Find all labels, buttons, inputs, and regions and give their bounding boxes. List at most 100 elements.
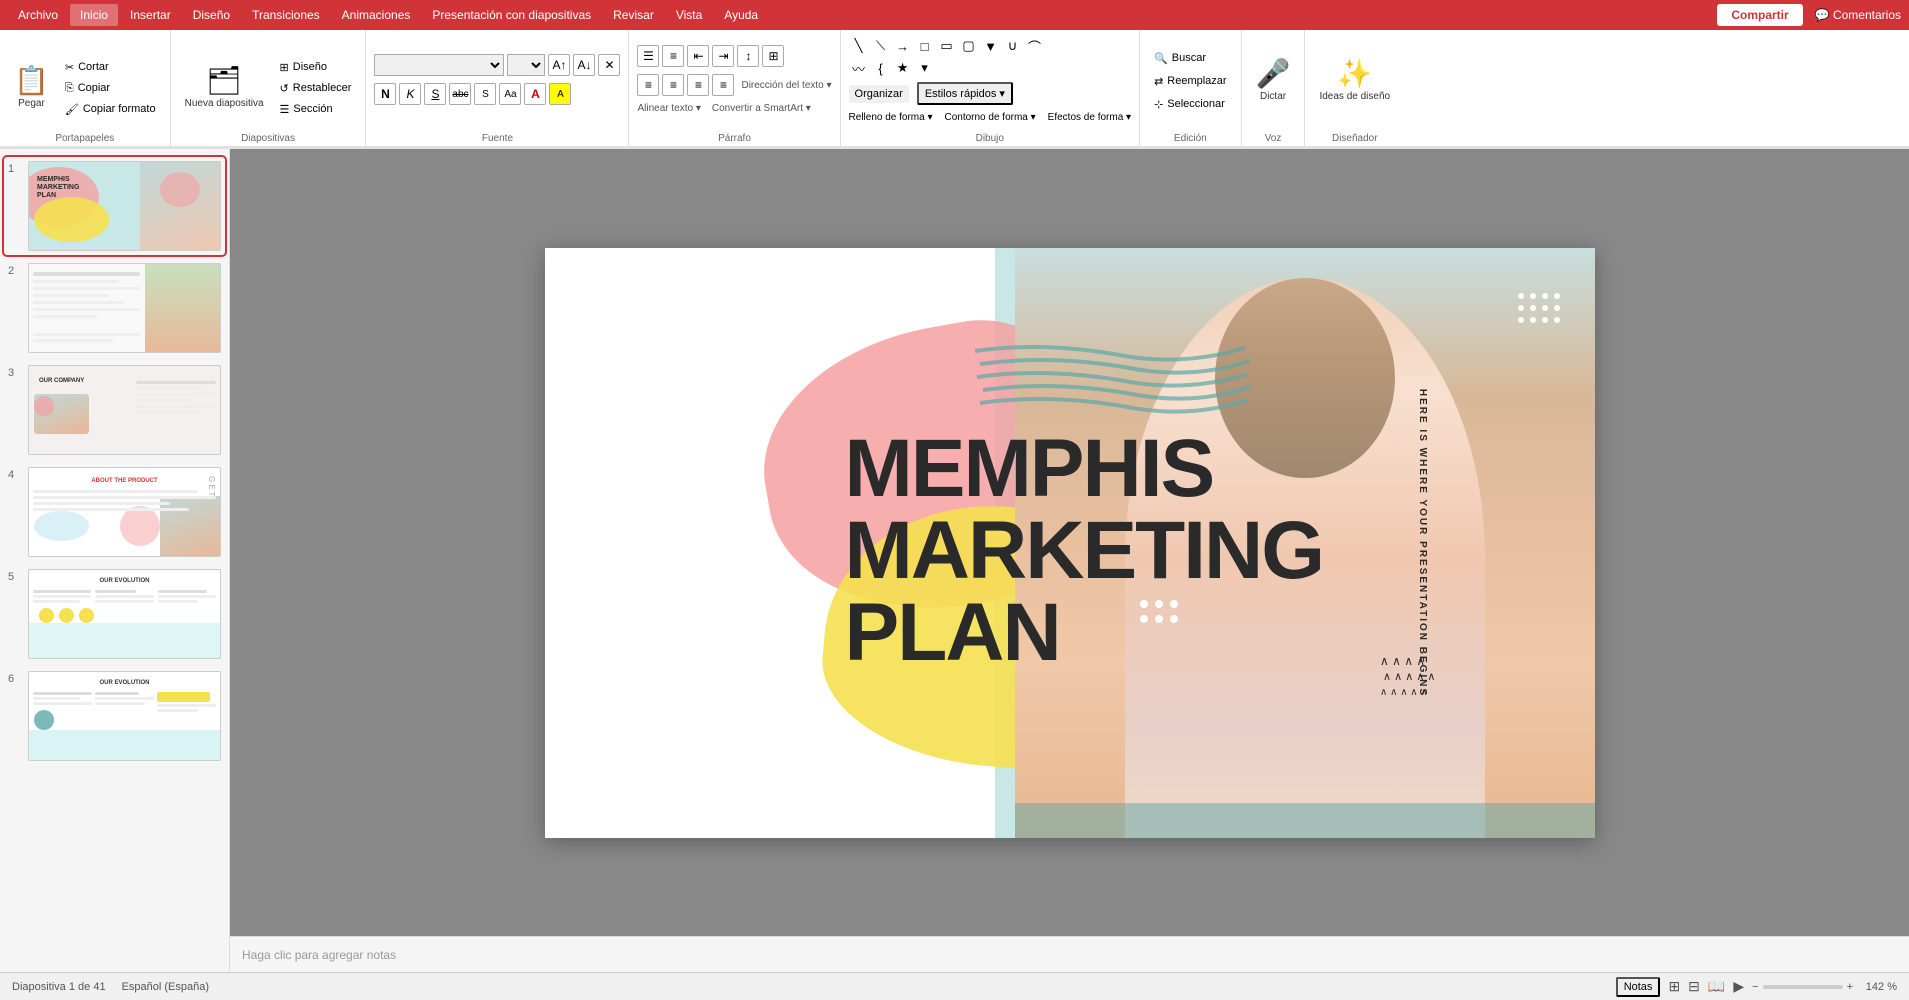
slide-thumb-4[interactable]: 4 ABOUT THE PRODUCT GET: [4, 463, 225, 561]
bold-button[interactable]: N: [374, 83, 396, 105]
menu-transiciones[interactable]: Transiciones: [242, 4, 330, 26]
case-button[interactable]: Aa: [499, 83, 521, 105]
slide-thumb-6[interactable]: 6 OUR EVOLUTION: [4, 667, 225, 765]
font-color-button[interactable]: A: [524, 83, 546, 105]
new-slide-button[interactable]: 🗂 Nueva diapositiva: [179, 54, 270, 122]
select-tool[interactable]: ╲: [849, 36, 869, 56]
menu-presentacion[interactable]: Presentación con diapositivas: [422, 4, 601, 26]
line-tool[interactable]: ⟍: [871, 36, 891, 56]
curve-tool[interactable]: ∪: [1003, 36, 1023, 56]
zoom-slider[interactable]: [1763, 985, 1843, 989]
reading-view-icon[interactable]: 📖: [1708, 978, 1725, 995]
slide-thumb-1[interactable]: 1 MEMPHISMARKETINGPLAN: [4, 157, 225, 255]
align-left-button[interactable]: ≡: [637, 74, 659, 96]
italic-button[interactable]: K: [399, 83, 421, 105]
outline-button[interactable]: Contorno de forma ▾: [944, 112, 1035, 123]
zoom-in-icon[interactable]: +: [1847, 981, 1853, 993]
underline-button[interactable]: S: [424, 83, 446, 105]
status-right: Notas ⊞ ⊟ 📖 ▶ − + 142 %: [1616, 977, 1897, 997]
side-text: HERE IS WHERE YOUR PRESENTATION BEGINS: [1415, 388, 1433, 696]
replace-icon: ⇄: [1154, 75, 1163, 88]
increase-indent-button[interactable]: ⇥: [712, 45, 734, 67]
cut-icon: ✂: [65, 61, 74, 74]
fill-button[interactable]: Relleno de forma ▾: [849, 112, 933, 123]
strikethrough-button[interactable]: abc: [449, 83, 471, 105]
rect2-tool[interactable]: ▭: [937, 36, 957, 56]
reset-button[interactable]: ↺ Restablecer: [274, 79, 358, 98]
justify-button[interactable]: ≡: [712, 74, 734, 96]
zoom-out-icon[interactable]: −: [1752, 981, 1758, 993]
comments-button[interactable]: 💬 Comentarios: [1815, 8, 1901, 22]
menu-animaciones[interactable]: Animaciones: [332, 4, 421, 26]
comments-label: Comentarios: [1833, 8, 1901, 22]
slide-canvas[interactable]: MEMPHIS MARKETING PLAN HERE IS WHERE YOU…: [545, 248, 1595, 838]
more-shapes[interactable]: ▼: [981, 36, 1001, 56]
menu-inicio[interactable]: Inicio: [70, 4, 118, 26]
rect-tool[interactable]: □: [915, 36, 935, 56]
toolbar-row: 📋 Pegar ✂ Cortar ⎘ Copiar 🖌 Copiar forma…: [0, 30, 1909, 147]
highlight-button[interactable]: A: [549, 83, 571, 105]
columns-button[interactable]: ⊞: [762, 45, 784, 67]
zoom-level: 142 %: [1857, 981, 1897, 993]
slide-thumb-2[interactable]: 2: [4, 259, 225, 357]
copy-button[interactable]: ⎘ Copiar: [59, 79, 162, 98]
menu-diseno[interactable]: Diseño: [183, 4, 240, 26]
menu-revisar[interactable]: Revisar: [603, 4, 664, 26]
freeform-tool[interactable]: ⌒: [1025, 36, 1045, 56]
menu-insertar[interactable]: Insertar: [120, 4, 181, 26]
share-button[interactable]: Compartir: [1717, 4, 1802, 26]
bullets-button[interactable]: ☰: [637, 45, 659, 67]
paste-icon: 📋: [14, 67, 49, 95]
notes-bar[interactable]: Haga clic para agregar notas: [230, 936, 1909, 972]
section-button[interactable]: ☰ Sección: [274, 100, 358, 119]
menu-vista[interactable]: Vista: [666, 4, 712, 26]
slide-thumb-3[interactable]: 3 OUR COMPANY: [4, 361, 225, 459]
scribble-tool[interactable]: 〰: [849, 58, 869, 78]
find-button[interactable]: 🔍 Buscar: [1148, 49, 1212, 68]
increase-size-button[interactable]: A↑: [548, 54, 570, 76]
clear-format-button[interactable]: ✕: [598, 54, 620, 76]
replace-button[interactable]: ⇄ Reemplazar: [1148, 72, 1233, 91]
arrow-tool[interactable]: →: [893, 36, 913, 56]
format-button[interactable]: 🖌 Copiar formato: [59, 100, 162, 119]
dictate-button[interactable]: 🎤 Dictar: [1250, 47, 1297, 115]
normal-view-icon[interactable]: ⊞: [1668, 978, 1680, 995]
slide-panel: 1 MEMPHISMARKETINGPLAN 2: [0, 149, 230, 972]
presentation-icon[interactable]: ▶: [1733, 978, 1744, 995]
line-spacing-button[interactable]: ↕: [737, 45, 759, 67]
arrange-button[interactable]: Organizar: [849, 85, 909, 103]
layout-icon: ⊞: [280, 61, 289, 74]
slide-info: Diapositiva 1 de 41: [12, 981, 106, 993]
roundrect-tool[interactable]: ▢: [959, 36, 979, 56]
star-tool[interactable]: ★: [893, 58, 913, 78]
slide-preview-3: OUR COMPANY: [28, 365, 221, 455]
select-button[interactable]: ⊹ Seleccionar: [1148, 95, 1231, 114]
align-text-label: Alinear texto ▾: [637, 103, 700, 114]
menu-ayuda[interactable]: Ayuda: [714, 4, 768, 26]
menu-archivo[interactable]: Archivo: [8, 4, 68, 26]
decrease-size-button[interactable]: A↓: [573, 54, 595, 76]
more-tool[interactable]: ▾: [915, 58, 935, 78]
canvas-workspace[interactable]: MEMPHIS MARKETING PLAN HERE IS WHERE YOU…: [230, 149, 1909, 936]
quick-styles-button[interactable]: Estilos rápidos ▾: [917, 82, 1013, 105]
slide4-title: ABOUT THE PRODUCT: [91, 478, 157, 484]
paste-button[interactable]: 📋 Pegar: [8, 54, 55, 122]
design-ideas-button[interactable]: ✨ Ideas de diseño: [1313, 47, 1396, 115]
cut-button[interactable]: ✂ Cortar: [59, 58, 162, 77]
decrease-indent-button[interactable]: ⇤: [687, 45, 709, 67]
align-right-button[interactable]: ≡: [687, 74, 709, 96]
notes-view-button[interactable]: Notas: [1616, 977, 1661, 997]
shadow-button[interactable]: S: [474, 83, 496, 105]
layout-button[interactable]: ⊞ Diseño: [274, 58, 358, 77]
effects-button[interactable]: Efectos de forma ▾: [1048, 112, 1131, 123]
font-family-select[interactable]: [374, 54, 504, 76]
center-button[interactable]: ≡: [662, 74, 684, 96]
brace-tool[interactable]: {: [871, 58, 891, 78]
ribbon-section: Archivo Inicio Insertar Diseño Transicio…: [0, 0, 1909, 149]
slides-group: 🗂 Nueva diapositiva ⊞ Diseño ↺ Restablec…: [171, 30, 367, 146]
slide-sorter-icon[interactable]: ⊟: [1688, 978, 1700, 995]
slide-thumb-5[interactable]: 5 OUR EVOLUTION: [4, 565, 225, 663]
font-size-select[interactable]: [507, 54, 545, 76]
numbering-button[interactable]: ≡: [662, 45, 684, 67]
drawing-fill-row: Relleno de forma ▾ Contorno de forma ▾ E…: [849, 112, 1132, 123]
